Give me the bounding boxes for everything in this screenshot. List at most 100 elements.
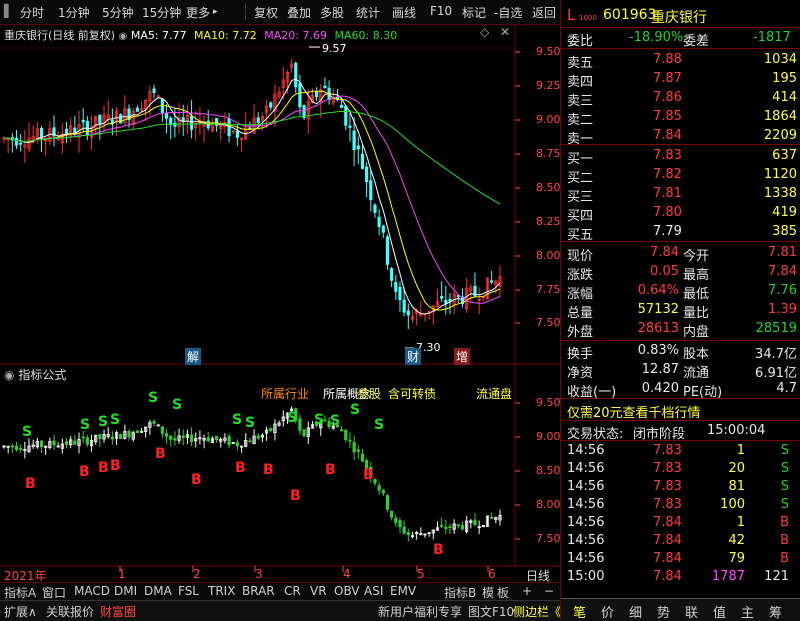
expand-button[interactable]: 扩展∧: [4, 603, 37, 620]
tab-link[interactable]: 联: [685, 602, 698, 621]
toolbar-5min[interactable]: 5分钟: [102, 4, 134, 21]
ask-price[interactable]: 7.84: [653, 128, 682, 143]
flag-unlock[interactable]: 解: [185, 348, 202, 365]
ask-row[interactable]: 卖四 7.87 195: [561, 69, 800, 90]
ask-price[interactable]: 7.88: [653, 52, 682, 67]
tab-value[interactable]: 值: [713, 602, 726, 621]
candle-body: [448, 298, 452, 302]
promo-row[interactable]: 仅需20元查看千档行情: [561, 400, 800, 421]
wealth-circle-button[interactable]: 财富圈: [100, 603, 136, 620]
dropdown-icon[interactable]: ◉: [119, 31, 128, 42]
add-button[interactable]: +: [522, 584, 532, 598]
stat-value: 28613: [637, 321, 679, 336]
promo-text[interactable]: 仅需20元查看千档行情: [567, 402, 701, 421]
toolbar-draw[interactable]: 画线: [392, 4, 416, 21]
toolbar-multi-stock[interactable]: 多股: [320, 4, 344, 21]
bid-row[interactable]: 买一 7.83 637: [561, 146, 800, 167]
remove-button[interactable]: −: [544, 584, 554, 598]
flag-increase[interactable]: 增: [454, 348, 471, 365]
tab-dma[interactable]: DMA: [144, 584, 172, 598]
toolbar-f10[interactable]: F10: [430, 4, 452, 18]
flag-finance[interactable]: 财: [405, 348, 422, 365]
sub-candle-body: [135, 430, 139, 434]
trade-tick-row: 15:00 7.84 1787 121: [561, 567, 800, 585]
bid-row[interactable]: 买二 7.82 1120: [561, 165, 800, 186]
trade-tick-row: 14:56 7.83 1 S: [561, 441, 800, 459]
ask-price[interactable]: 7.87: [653, 71, 682, 86]
tick-price: 7.83: [653, 479, 682, 494]
ask-price[interactable]: 7.86: [653, 90, 682, 105]
tab-ticks[interactable]: 笔: [573, 602, 586, 621]
bid-price[interactable]: 7.80: [653, 205, 682, 220]
tab-vr[interactable]: VR: [310, 584, 327, 598]
tab-indicator-a[interactable]: 指标A: [4, 584, 36, 601]
tab-window[interactable]: 窗口: [42, 584, 66, 601]
toolbar-more[interactable]: 更多: [186, 4, 210, 21]
toolbar-watchlist[interactable]: -自选: [494, 4, 522, 21]
ask-row[interactable]: 卖三 7.86 414: [561, 88, 800, 109]
stat-value: 57132: [637, 302, 679, 317]
main-y-tick: 7.50: [536, 316, 561, 329]
tag-convertible[interactable]: 含可转债: [388, 385, 436, 402]
tag-industry[interactable]: 所属行业: [261, 385, 309, 402]
tab-template[interactable]: 模: [482, 584, 494, 601]
toolbar-stats[interactable]: 统计: [356, 4, 380, 21]
ask-row[interactable]: 卖五 7.88 1034: [561, 50, 800, 71]
toolbar-overlay[interactable]: 叠加: [287, 4, 311, 21]
level-1000-icon: 1000: [579, 14, 597, 22]
tab-asi[interactable]: ASI: [364, 584, 383, 598]
related-quote-button[interactable]: 关联报价: [46, 603, 94, 620]
toolbar-intraday[interactable]: 分时: [20, 4, 44, 21]
bid-price[interactable]: 7.82: [653, 167, 682, 182]
ask-price[interactable]: 7.85: [653, 109, 682, 124]
diamond-icon[interactable]: ◇: [480, 25, 489, 39]
ask-row[interactable]: 卖一 7.84 2209: [561, 126, 800, 147]
main-y-tick: 8.75: [536, 147, 561, 160]
tab-trix[interactable]: TRIX: [208, 584, 235, 598]
bid-row[interactable]: 买三 7.81 1338: [561, 184, 800, 205]
bid-price[interactable]: 7.81: [653, 186, 682, 201]
tab-price[interactable]: 价: [601, 602, 614, 621]
toolbar-1min[interactable]: 1分钟: [58, 4, 90, 21]
tab-chips[interactable]: 筹: [769, 602, 782, 621]
toolbar-menu-icon[interactable]: ▌: [4, 4, 13, 18]
graphic-f10-button[interactable]: 图文F10: [468, 603, 514, 620]
tab-emv[interactable]: EMV: [390, 584, 416, 598]
tab-main[interactable]: 主: [741, 602, 754, 621]
ask-row[interactable]: 卖二 7.85 1864: [561, 107, 800, 128]
bid-price[interactable]: 7.79: [653, 224, 682, 239]
tab-macd[interactable]: MACD: [74, 584, 110, 598]
sidebar-toggle[interactable]: 侧边栏《: [513, 603, 561, 620]
tag-shareholding[interactable]: 参股: [357, 385, 381, 402]
candle-body: [164, 112, 169, 119]
bid-price[interactable]: 7.83: [653, 148, 682, 163]
close-icon[interactable]: ✕: [500, 25, 510, 39]
tab-fsl[interactable]: FSL: [178, 584, 199, 598]
tab-brar[interactable]: BRAR: [242, 584, 275, 598]
indicator-title: 指标公式: [18, 368, 67, 382]
kline-chart[interactable]: S S S SS SS S S S SSSBB B BBBB BBB BB: [0, 24, 560, 582]
tab-board[interactable]: 板: [497, 584, 509, 601]
collapse-icon[interactable]: ◉: [4, 368, 14, 382]
new-user-promo[interactable]: 新用户福利专享: [378, 603, 462, 620]
trade-tick-row: 14:56 7.83 100 S: [561, 495, 800, 513]
tag-float-cap[interactable]: 流通盘: [476, 385, 512, 402]
tab-detail[interactable]: 细: [629, 602, 642, 621]
toolbar-back[interactable]: 返回: [532, 4, 556, 21]
tab-cr[interactable]: CR: [284, 584, 301, 598]
bid-row[interactable]: 买四 7.80 419: [561, 203, 800, 224]
tab-dmi[interactable]: DMI: [114, 584, 137, 598]
quote-panel: L 1000 601963 重庆银行 委比 -18.90% 委差 -1817 卖…: [560, 0, 800, 621]
tab-obv[interactable]: OBV: [334, 584, 360, 598]
tab-indicator-b[interactable]: 指标B: [444, 584, 476, 601]
candle-body: [189, 115, 194, 130]
ma20-label: MA20: 7.69: [264, 29, 327, 42]
toolbar-mark[interactable]: 标记: [462, 4, 486, 21]
trade-time-value: 15:00:04: [707, 423, 766, 438]
sub-y-tick: 9.00: [536, 430, 561, 443]
bid-row[interactable]: 买五 7.79 385: [561, 222, 800, 243]
tab-trend[interactable]: 势: [657, 602, 670, 621]
toolbar-restore-right[interactable]: 复权: [254, 4, 278, 21]
toolbar-15min[interactable]: 15分钟: [142, 4, 181, 21]
stat-row: 涨跌 0.05 最高 7.84: [561, 262, 800, 283]
